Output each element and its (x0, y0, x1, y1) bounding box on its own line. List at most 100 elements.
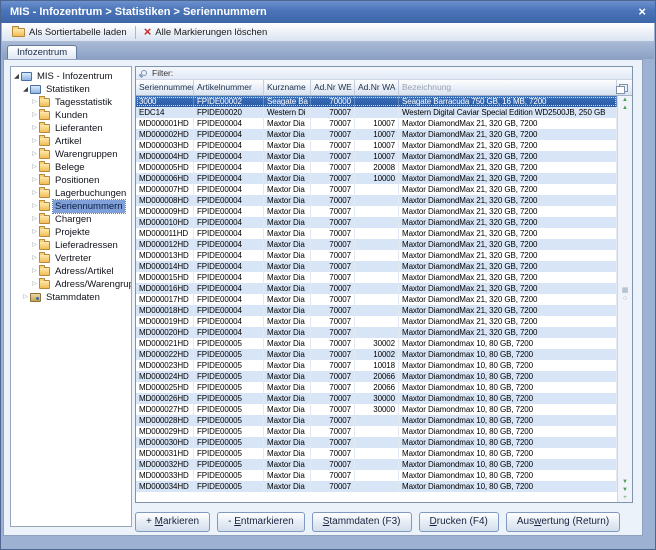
table-row[interactable]: MD000004HDFPIDE00004Maxtor Dia7000710007… (136, 151, 617, 162)
column-header-artikelnummer[interactable]: Artikelnummer (194, 80, 264, 95)
table-row[interactable]: MD000002HDFPIDE00004Maxtor Dia7000710007… (136, 129, 617, 140)
tree-item-adress-artikel[interactable]: ▷Adress/Artikel (11, 265, 131, 278)
table-row[interactable]: MD000009HDFPIDE00004Maxtor Dia70007Maxto… (136, 206, 617, 217)
expand-icon[interactable]: ▷ (31, 161, 38, 174)
tree-item-lieferadressen[interactable]: ▷Lieferadressen (11, 239, 131, 252)
expand-icon[interactable]: ▷ (31, 265, 38, 278)
tree-item-chargen[interactable]: ▷Chargen (11, 213, 131, 226)
expand-icon[interactable]: ▷ (31, 200, 38, 213)
table-row[interactable]: MD000026HDFPIDE00005Maxtor Dia7000730000… (136, 393, 617, 404)
table-row[interactable]: MD000030HDFPIDE00005Maxtor Dia70007Maxto… (136, 437, 617, 448)
tree-item-lieferanten[interactable]: ▷Lieferanten (11, 122, 131, 135)
column-chooser-icon[interactable] (617, 80, 632, 95)
scroll-to-bottom-icon[interactable]: ▼ (622, 486, 628, 494)
scroll-to-top-icon[interactable]: ▲ (622, 96, 628, 104)
tree-item-mis-infozentrum[interactable]: ◢MIS - Infozentrum (11, 70, 131, 83)
table-row[interactable]: MD000020HDFPIDE00004Maxtor Dia70007Maxto… (136, 327, 617, 338)
table-row[interactable]: MD000017HDFPIDE00004Maxtor Dia70007Maxto… (136, 294, 617, 305)
entmarkieren-button[interactable]: - Entmarkieren (217, 512, 305, 532)
drucken-button[interactable]: Drucken (F4) (419, 512, 499, 532)
tab-infozentrum[interactable]: Infozentrum (7, 45, 77, 60)
collapse-icon[interactable]: ◢ (13, 70, 20, 83)
table-row[interactable]: MD000008HDFPIDE00004Maxtor Dia70007Maxto… (136, 195, 617, 206)
auswertung-button[interactable]: Auswertung (Return) (506, 512, 620, 532)
expand-icon[interactable]: ▷ (31, 213, 38, 226)
column-header-ad-nr-wa[interactable]: Ad.Nr WA (355, 80, 399, 95)
expand-icon[interactable]: ▷ (31, 187, 38, 200)
column-header-ad-nr-we[interactable]: Ad.Nr WE (311, 80, 355, 95)
tree-item-warengruppen[interactable]: ▷Warengruppen (11, 148, 131, 161)
stammdaten-button[interactable]: Stammdaten (F3) (312, 512, 412, 532)
table-row[interactable]: MD000025HDFPIDE00005Maxtor Dia7000720066… (136, 382, 617, 393)
table-row[interactable]: MD000010HDFPIDE00004Maxtor Dia70007Maxto… (136, 217, 617, 228)
table-row[interactable]: MD000018HDFPIDE00004Maxtor Dia70007Maxto… (136, 305, 617, 316)
table-row[interactable]: MD000034HDFPIDE00005Maxtor Dia70007Maxto… (136, 481, 617, 492)
table-row[interactable]: MD000007HDFPIDE00004Maxtor Dia70007Maxto… (136, 184, 617, 195)
table-row[interactable]: MD000031HDFPIDE00005Maxtor Dia70007Maxto… (136, 448, 617, 459)
table-row[interactable]: MD000022HDFPIDE00005Maxtor Dia7000710002… (136, 349, 617, 360)
filter-row[interactable]: Filter: (136, 67, 632, 80)
scroll-plus-icon[interactable]: + (623, 494, 627, 502)
expand-icon[interactable]: ▷ (31, 96, 38, 109)
table-row[interactable]: MD000015HDFPIDE00004Maxtor Dia70007Maxto… (136, 272, 617, 283)
expand-icon[interactable]: ▷ (31, 135, 38, 148)
tree-item-tagesstatistik[interactable]: ▷Tagesstatistik (11, 96, 131, 109)
tree-item-vertreter[interactable]: ▷Vertreter (11, 252, 131, 265)
expand-icon[interactable]: ▷ (31, 174, 38, 187)
table-row[interactable]: EDC14FPIDE00020Western Di70007Western Di… (136, 107, 617, 118)
tree-item-statistiken[interactable]: ◢Statistiken (11, 83, 131, 96)
table-row[interactable]: MD000006HDFPIDE00004Maxtor Dia7000710000… (136, 173, 617, 184)
table-row[interactable]: 3000FPIDE00002Seagate Ba70000Seagate Bar… (136, 96, 617, 107)
table-row[interactable]: MD000014HDFPIDE00004Maxtor Dia70007Maxto… (136, 261, 617, 272)
tree-item-projekte[interactable]: ▷Projekte (11, 226, 131, 239)
expand-icon[interactable]: ▷ (31, 122, 38, 135)
table-row[interactable]: MD000024HDFPIDE00005Maxtor Dia7000720066… (136, 371, 617, 382)
tree-item-adress-warengruppen[interactable]: ▷Adress/Warengruppen (11, 278, 131, 291)
expand-icon[interactable]: ▷ (31, 252, 38, 265)
expand-icon[interactable]: ▷ (31, 239, 38, 252)
column-header-kurzname[interactable]: Kurzname (264, 80, 311, 95)
table-row[interactable]: MD000011HDFPIDE00004Maxtor Dia70007Maxto… (136, 228, 617, 239)
table-cell: 10000 (355, 173, 399, 184)
table-row[interactable]: MD000016HDFPIDE00004Maxtor Dia70007Maxto… (136, 283, 617, 294)
table-row[interactable]: MD000027HDFPIDE00005Maxtor Dia7000730000… (136, 404, 617, 415)
table-row[interactable]: MD000021HDFPIDE00005Maxtor Dia7000730002… (136, 338, 617, 349)
pin-icon[interactable]: ▦ (622, 287, 629, 295)
clear-all-marks-button[interactable]: × Alle Markierungen löschen (139, 24, 273, 40)
table-row[interactable]: MD000019HDFPIDE00004Maxtor Dia70007Maxto… (136, 316, 617, 327)
tree-item-stammdaten[interactable]: ▷Stammdaten (11, 291, 131, 304)
expand-icon[interactable]: ▷ (31, 109, 38, 122)
tree-item-belege[interactable]: ▷Belege (11, 161, 131, 174)
collapse-icon[interactable]: ◢ (22, 83, 29, 96)
tree-item-artikel[interactable]: ▷Artikel (11, 135, 131, 148)
table-row[interactable]: MD000029HDFPIDE00005Maxtor Dia70007Maxto… (136, 426, 617, 437)
filter-label: Filter: (152, 68, 173, 78)
table-row[interactable]: MD000033HDFPIDE00005Maxtor Dia70007Maxto… (136, 470, 617, 481)
tree-item-kunden[interactable]: ▷Kunden (11, 109, 131, 122)
table-row[interactable]: MD000032HDFPIDE00005Maxtor Dia70007Maxto… (136, 459, 617, 470)
load-as-sort-table-button[interactable]: Als Sortiertabelle laden (7, 24, 132, 40)
table-row[interactable]: MD000023HDFPIDE00005Maxtor Dia7000710018… (136, 360, 617, 371)
expand-icon[interactable]: ▷ (31, 226, 38, 239)
table-row[interactable]: MD000028HDFPIDE00005Maxtor Dia70007Maxto… (136, 415, 617, 426)
tree-item-lagerbuchungen[interactable]: ▷Lagerbuchungen (11, 187, 131, 200)
table-cell: Maxtor Dia (264, 404, 311, 415)
markieren-button[interactable]: + Markieren (135, 512, 210, 532)
close-icon[interactable]: × (638, 1, 646, 23)
tree-item-seriennummern[interactable]: ▷Seriennummern (11, 200, 131, 213)
expand-icon[interactable]: ▷ (22, 291, 29, 304)
column-header-bezeichnung[interactable]: Bezeichnung (399, 80, 617, 95)
expand-icon[interactable]: ▷ (31, 148, 38, 161)
tree-item-positionen[interactable]: ▷Positionen (11, 174, 131, 187)
expand-icon[interactable]: ▷ (31, 278, 38, 291)
table-row[interactable]: MD000013HDFPIDE00004Maxtor Dia70007Maxto… (136, 250, 617, 261)
table-row[interactable]: MD000001HDFPIDE00004Maxtor Dia7000710007… (136, 118, 617, 129)
column-header-seriennummer[interactable]: Seriennummer▼ (136, 80, 194, 95)
scroll-up-icon[interactable]: ▲ (622, 104, 628, 112)
table-row[interactable]: MD000005HDFPIDE00004Maxtor Dia7000720008… (136, 162, 617, 173)
table-cell: MD000032HD (136, 459, 194, 470)
scroll-down-icon[interactable]: ▼ (622, 478, 628, 486)
table-row[interactable]: MD000012HDFPIDE00004Maxtor Dia70007Maxto… (136, 239, 617, 250)
search-icon[interactable]: ○ (623, 295, 627, 303)
table-row[interactable]: MD000003HDFPIDE00004Maxtor Dia7000710007… (136, 140, 617, 151)
